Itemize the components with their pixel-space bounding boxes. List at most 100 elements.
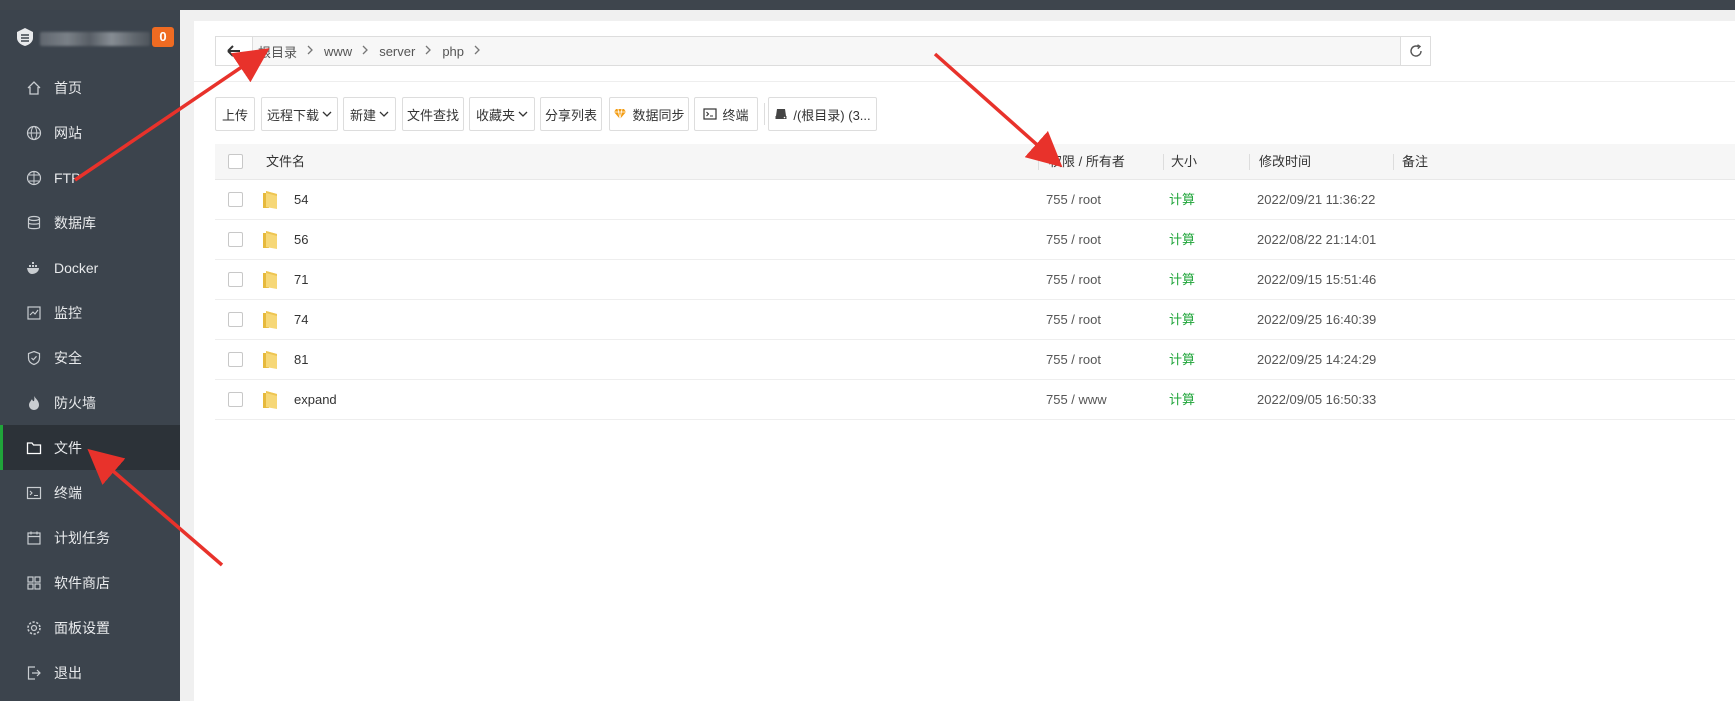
file-permission[interactable]: 755 / root xyxy=(1046,260,1101,300)
favorites-button[interactable]: 收藏夹 xyxy=(469,97,535,131)
path-bar: 根目录 www server php xyxy=(215,36,1431,66)
file-modified-time: 2022/09/25 16:40:39 xyxy=(1257,312,1377,327)
table-row[interactable]: 54 755 / root 计算 2022/09/21 11:36:22 xyxy=(215,180,1735,220)
breadcrumb-item[interactable]: 根目录 xyxy=(258,42,324,61)
docker-icon xyxy=(25,259,43,277)
sidebar-item-shield[interactable]: 安全 xyxy=(0,335,180,380)
row-checkbox[interactable] xyxy=(228,312,243,327)
arrow-left-icon xyxy=(227,45,240,57)
file-size-calc[interactable]: 计算 xyxy=(1169,300,1195,340)
header-name[interactable]: 文件名 xyxy=(266,144,305,180)
breadcrumb: 根目录 www server php xyxy=(258,37,491,65)
disk-select-button[interactable]: /(根目录) (3... xyxy=(768,97,877,131)
table-row[interactable]: 81 755 / root 计算 2022/09/25 14:24:29 xyxy=(215,340,1735,380)
sidebar-item-label: 退出 xyxy=(54,664,82,681)
chevron-down-icon xyxy=(518,111,528,117)
row-checkbox[interactable] xyxy=(228,352,243,367)
chevron-right-icon xyxy=(362,45,369,58)
upload-button[interactable]: 上传 xyxy=(215,97,255,131)
breadcrumb-item[interactable]: www xyxy=(324,44,379,59)
disk-label: /(根目录) (3... xyxy=(793,107,871,123)
chevron-right-icon xyxy=(474,45,481,58)
table-row[interactable]: 74 755 / root 计算 2022/09/25 16:40:39 xyxy=(215,300,1735,340)
file-name[interactable]: 54 xyxy=(294,180,308,220)
folder-icon xyxy=(263,231,277,249)
file-modified-time: 2022/09/25 14:24:29 xyxy=(1257,352,1377,367)
file-size-calc[interactable]: 计算 xyxy=(1169,380,1195,420)
file-size-calc[interactable]: 计算 xyxy=(1169,220,1195,260)
sidebar-item-apps[interactable]: 软件商店 xyxy=(0,560,180,605)
row-checkbox[interactable] xyxy=(228,392,243,407)
sidebar-item-globe[interactable]: 网站 xyxy=(0,110,180,155)
sidebar-item-docker[interactable]: Docker xyxy=(0,245,180,290)
sidebar-item-logout[interactable]: 退出 xyxy=(0,650,180,695)
remote-download-button[interactable]: 远程下载 xyxy=(261,97,338,131)
gear-icon xyxy=(25,619,43,637)
file-name[interactable]: 71 xyxy=(294,260,308,300)
breadcrumb-label: php xyxy=(442,43,465,59)
header-separator xyxy=(1393,154,1394,170)
file-permission[interactable]: 755 / root xyxy=(1046,340,1101,380)
globe-icon xyxy=(25,124,43,142)
file-size-calc[interactable]: 计算 xyxy=(1169,180,1195,220)
file-search-button[interactable]: 文件查找 xyxy=(402,97,464,131)
file-name[interactable]: 56 xyxy=(294,220,308,260)
select-all-checkbox[interactable] xyxy=(228,154,243,169)
breadcrumb-item[interactable]: php xyxy=(442,44,491,59)
sidebar-item-monitor[interactable]: 监控 xyxy=(0,290,180,335)
refresh-button[interactable] xyxy=(1400,37,1430,65)
terminal-label: 终端 xyxy=(722,107,749,123)
header-modified[interactable]: 修改时间 xyxy=(1259,144,1311,180)
new-button[interactable]: 新建 xyxy=(343,97,396,131)
sidebar-item-home[interactable]: 首页 xyxy=(0,65,180,110)
share-list-button[interactable]: 分享列表 xyxy=(540,97,602,131)
sidebar-item-database[interactable]: 数据库 xyxy=(0,200,180,245)
divider xyxy=(194,81,1735,82)
data-sync-button[interactable]: 数据同步 xyxy=(609,97,689,131)
sidebar-item-label: 计划任务 xyxy=(54,529,110,546)
table-row[interactable]: 56 755 / root 计算 2022/08/22 21:14:01 xyxy=(215,220,1735,260)
file-permission[interactable]: 755 / root xyxy=(1046,300,1101,340)
sidebar-item-calendar[interactable]: 计划任务 xyxy=(0,515,180,560)
file-name[interactable]: 81 xyxy=(294,340,308,380)
sidebar-item-ftp[interactable]: FTP xyxy=(0,155,180,200)
header-size[interactable]: 大小 xyxy=(1171,144,1197,180)
sidebar-item-folder[interactable]: 文件 xyxy=(0,425,180,470)
row-checkbox[interactable] xyxy=(228,232,243,247)
apps-icon xyxy=(25,574,43,592)
breadcrumb-label: www xyxy=(324,43,353,59)
header-permission[interactable]: 权限 / 所有者 xyxy=(1049,144,1125,180)
terminal-icon xyxy=(25,484,43,502)
file-permission[interactable]: 755 / www xyxy=(1046,380,1107,420)
notification-badge[interactable]: 0 xyxy=(152,27,174,47)
file-size-calc[interactable]: 计算 xyxy=(1169,260,1195,300)
monitor-icon xyxy=(25,304,43,322)
breadcrumb-label: 根目录 xyxy=(258,44,298,60)
terminal-button[interactable]: 终端 xyxy=(694,97,758,131)
sidebar-item-gear[interactable]: 面板设置 xyxy=(0,605,180,650)
file-name[interactable]: 74 xyxy=(294,300,308,340)
file-permission[interactable]: 755 / root xyxy=(1046,180,1101,220)
sidebar-item-firewall[interactable]: 防火墙 xyxy=(0,380,180,425)
file-modified-time: 2022/08/22 21:14:01 xyxy=(1257,232,1377,247)
sidebar-item-terminal[interactable]: 终端 xyxy=(0,470,180,515)
folder-icon xyxy=(263,271,277,289)
folder-icon xyxy=(263,311,277,329)
folder-icon xyxy=(263,351,277,369)
header-note: 备注 xyxy=(1402,154,1429,169)
file-permission[interactable]: 755 / root xyxy=(1046,220,1101,260)
table-row[interactable]: 71 755 / root 计算 2022/09/15 15:51:46 xyxy=(215,260,1735,300)
refresh-icon xyxy=(1409,44,1422,57)
breadcrumb-item[interactable]: server xyxy=(379,44,442,59)
file-size-calc[interactable]: 计算 xyxy=(1169,340,1195,380)
back-button[interactable] xyxy=(216,37,253,65)
table-row[interactable]: expand 755 / www 计算 2022/09/05 16:50:33 xyxy=(215,380,1735,420)
chevron-down-icon xyxy=(322,111,332,117)
database-icon xyxy=(25,214,43,232)
data-sync-label: 数据同步 xyxy=(632,107,685,123)
diamond-icon xyxy=(614,108,627,120)
row-checkbox[interactable] xyxy=(228,272,243,287)
row-checkbox[interactable] xyxy=(228,192,243,207)
file-name[interactable]: expand xyxy=(294,380,337,420)
sidebar-item-label: FTP xyxy=(54,169,81,186)
